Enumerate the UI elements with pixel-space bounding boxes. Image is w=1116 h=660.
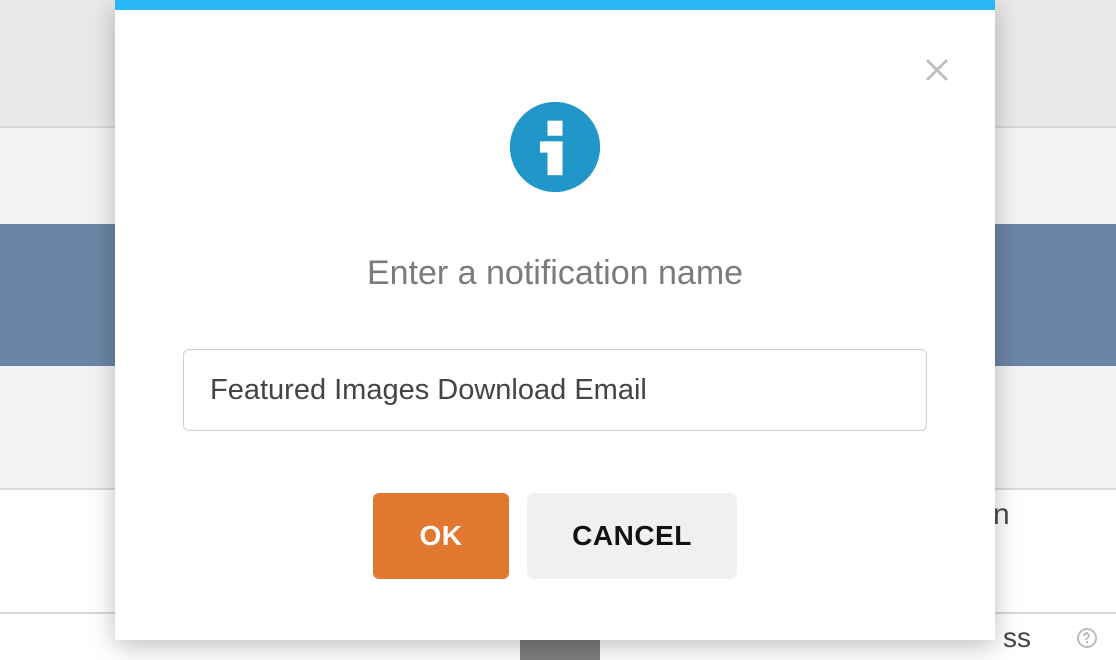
- ok-button[interactable]: OK: [373, 493, 509, 579]
- notification-name-input[interactable]: [183, 349, 927, 431]
- background-text-fragment: n: [993, 498, 1010, 532]
- help-icon[interactable]: [1075, 626, 1099, 650]
- modal-button-row: OK CANCEL: [115, 493, 995, 579]
- info-icon: [508, 100, 602, 194]
- cancel-button[interactable]: CANCEL: [527, 493, 737, 579]
- background-text-fragment: ss: [1003, 622, 1031, 654]
- background-thumbnail: [520, 640, 600, 660]
- close-button[interactable]: [919, 50, 955, 86]
- modal-content: Enter a notification name OK CANCEL: [115, 10, 995, 579]
- notification-name-modal: Enter a notification name OK CANCEL: [115, 0, 995, 640]
- modal-prompt: Enter a notification name: [115, 254, 995, 293]
- question-circle-icon: [1075, 626, 1099, 650]
- close-icon: [920, 51, 954, 85]
